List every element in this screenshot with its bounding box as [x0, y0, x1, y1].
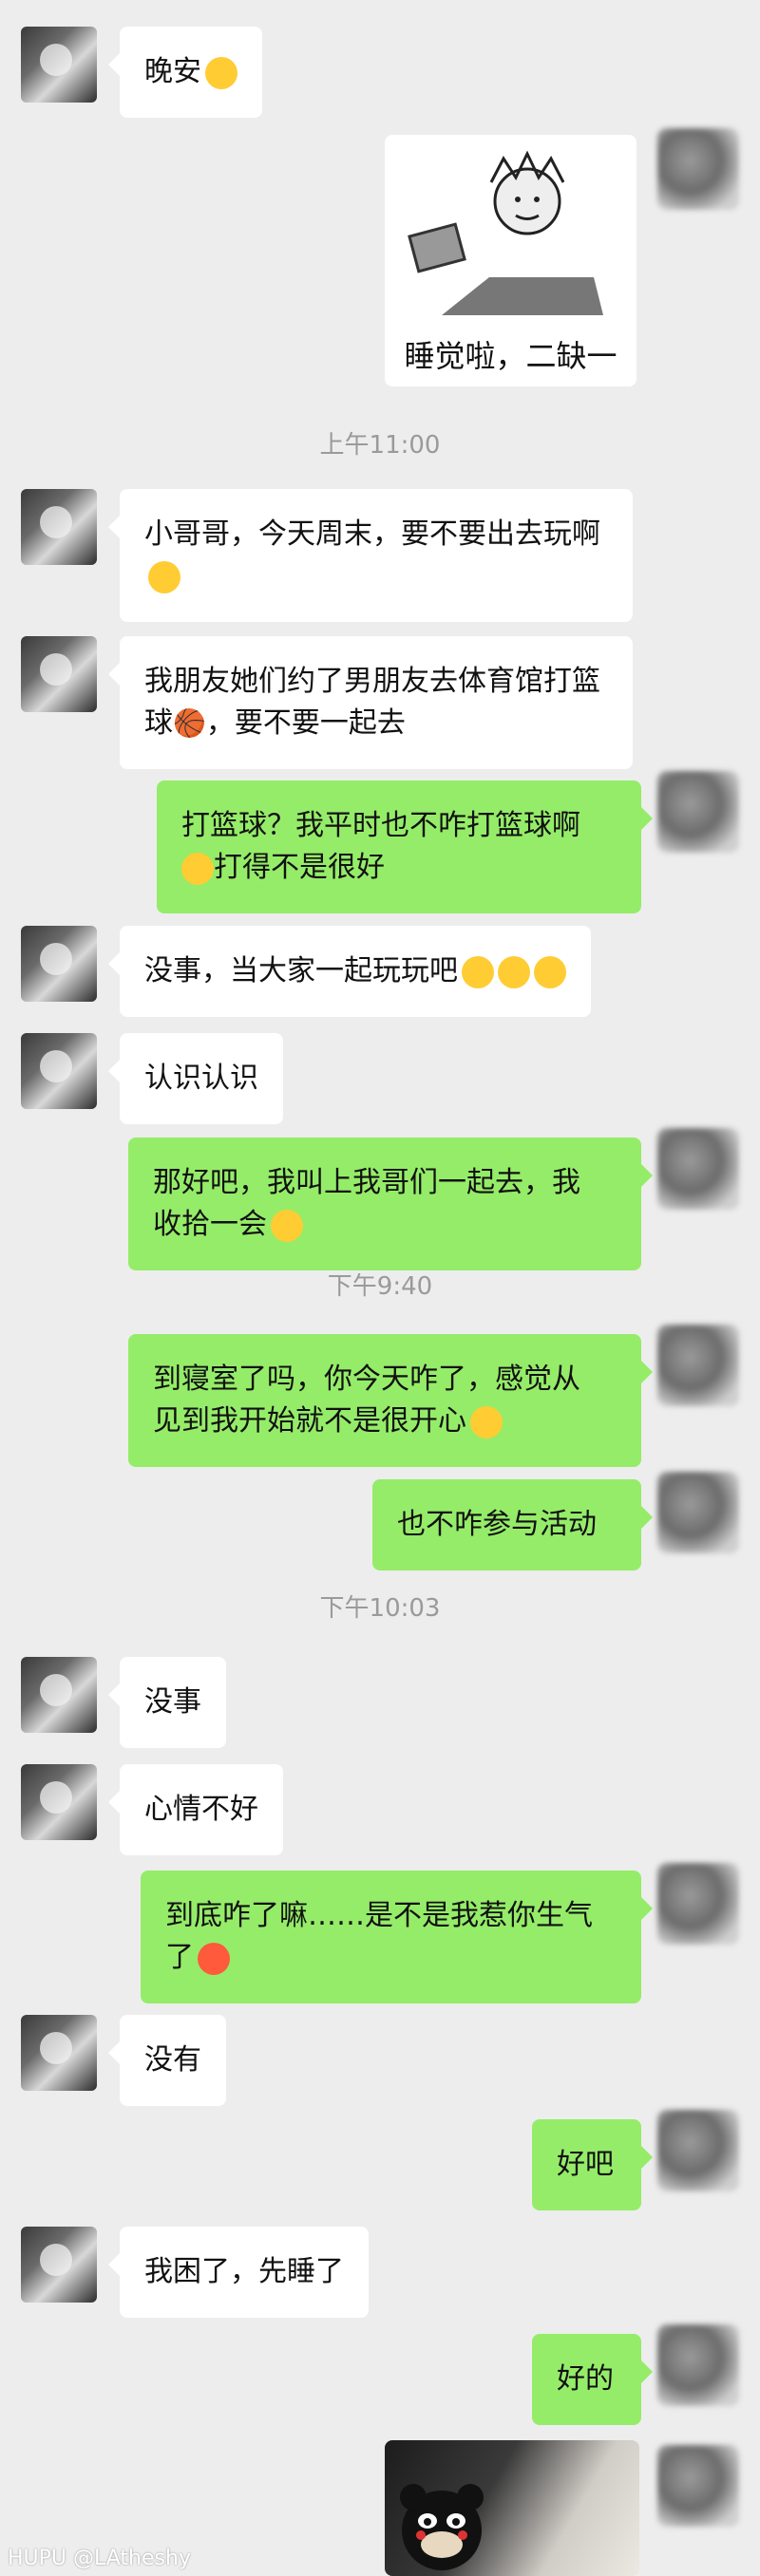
sticker-image[interactable]: 睡觉啦，二缺一 — [385, 135, 636, 386]
message-bubble[interactable]: 心情不好 — [108, 1764, 283, 1855]
message-bubble[interactable]: 晚安 — [108, 27, 262, 118]
grin-emoji-icon — [271, 1209, 303, 1242]
message-text: 到底咋了嘛……是不是我惹你生气 — [165, 1899, 593, 1932]
avatar-self[interactable] — [657, 1325, 739, 1406]
message-text: 到寝室了吗，你今天咋了，感觉从 — [153, 1363, 580, 1396]
message-bubble[interactable]: 也不咋参与活动 — [372, 1479, 653, 1570]
message-bubble[interactable]: 认识认识 — [108, 1033, 283, 1124]
message-bubble[interactable]: 打篮球？我平时也不咋打篮球啊 打得不是很好 — [157, 780, 653, 913]
avatar[interactable] — [21, 1657, 97, 1733]
message-text: 心情不好 — [144, 1793, 258, 1826]
timestamp: 下午10:03 — [319, 1594, 441, 1623]
avatar[interactable] — [21, 1764, 97, 1840]
message-text: 见到我开始就不是很开心 — [153, 1404, 466, 1438]
avatar-self[interactable] — [657, 1128, 739, 1210]
avatar-self[interactable] — [657, 771, 739, 853]
avatar[interactable] — [21, 2015, 97, 2091]
angry-emoji-icon — [198, 1942, 230, 1975]
message-text: 收拾一会 — [153, 1208, 267, 1241]
message-text: 也不咋参与活动 — [397, 1508, 597, 1541]
message-text: 没事，当大家一起玩玩吧 — [144, 954, 458, 987]
blush-emoji-icon — [148, 560, 180, 593]
avatar[interactable] — [21, 636, 97, 712]
timestamp: 上午11:00 — [319, 431, 441, 460]
message-bubble[interactable]: 到寝室了吗，你今天咋了，感觉从 见到我开始就不是很开心 — [128, 1334, 653, 1467]
message-text: 好吧 — [557, 2148, 614, 2181]
message-text: 晚安 — [144, 55, 201, 88]
message-text: 没事 — [144, 1685, 201, 1719]
avatar-self[interactable] — [657, 2445, 739, 2527]
message-text: 打得不是很好 — [214, 851, 385, 884]
message-bubble[interactable]: 到底咋了嘛……是不是我惹你生气 了 — [141, 1871, 653, 2003]
message-bubble[interactable]: 好的 — [532, 2334, 653, 2425]
photo-message[interactable] — [385, 2440, 639, 2576]
avatar-self[interactable] — [657, 1863, 739, 1945]
sticker-caption: 睡觉啦，二缺一 — [404, 338, 618, 374]
message-bubble[interactable]: 没事 — [108, 1657, 226, 1748]
avatar[interactable] — [21, 1033, 97, 1109]
watermark: HUPU @LAtheshy — [8, 2547, 191, 2570]
message-text: 打篮球？我平时也不咋打篮球啊 — [181, 809, 580, 842]
basketball-emoji-icon: 🏀 — [173, 707, 206, 739]
message-text: ，要不要一起去 — [205, 706, 406, 740]
message-text: 好的 — [557, 2362, 614, 2396]
avatar-self[interactable] — [657, 2324, 739, 2406]
message-bubble[interactable]: 我困了，先睡了 — [108, 2227, 369, 2318]
message-text: 了 — [165, 1941, 194, 1974]
avatar[interactable] — [21, 27, 97, 103]
laugh-cry-emoji-icon — [181, 852, 214, 885]
pleading-emoji-icon — [470, 1405, 503, 1438]
thinking-emoji-icon — [534, 955, 566, 988]
message-text: 我困了，先睡了 — [144, 2255, 344, 2288]
avatar-self[interactable] — [657, 128, 739, 210]
avatar[interactable] — [21, 489, 97, 565]
kiss-emoji-icon — [205, 56, 238, 89]
message-text: 没有 — [144, 2043, 201, 2077]
message-text: 那好吧，我叫上我哥们一起去，我 — [153, 1166, 580, 1199]
message-text: 认识认识 — [144, 1062, 258, 1095]
message-bubble[interactable]: 没事，当大家一起玩玩吧 — [108, 926, 591, 1017]
message-bubble[interactable]: 小哥哥，今天周末，要不要出去玩啊 — [108, 489, 633, 622]
timestamp: 下午9:40 — [327, 1272, 433, 1301]
message-bubble[interactable]: 好吧 — [532, 2119, 653, 2210]
message-bubble[interactable]: 没有 — [108, 2015, 226, 2106]
message-text: 小哥哥，今天周末，要不要出去玩啊 — [144, 517, 600, 551]
grin-emoji-icon — [462, 955, 494, 988]
message-bubble[interactable]: 我朋友她们约了男朋友去体育馆打篮球🏀，要不要一起去 — [108, 636, 633, 769]
avatar-self[interactable] — [657, 1472, 739, 1553]
plush-toy-icon — [400, 2484, 484, 2570]
avatar[interactable] — [21, 926, 97, 1002]
grin-emoji-icon — [498, 955, 530, 988]
message-bubble[interactable]: 那好吧，我叫上我哥们一起去，我 收拾一会 — [128, 1138, 653, 1270]
avatar[interactable] — [21, 2227, 97, 2303]
avatar-self[interactable] — [657, 2110, 739, 2191]
